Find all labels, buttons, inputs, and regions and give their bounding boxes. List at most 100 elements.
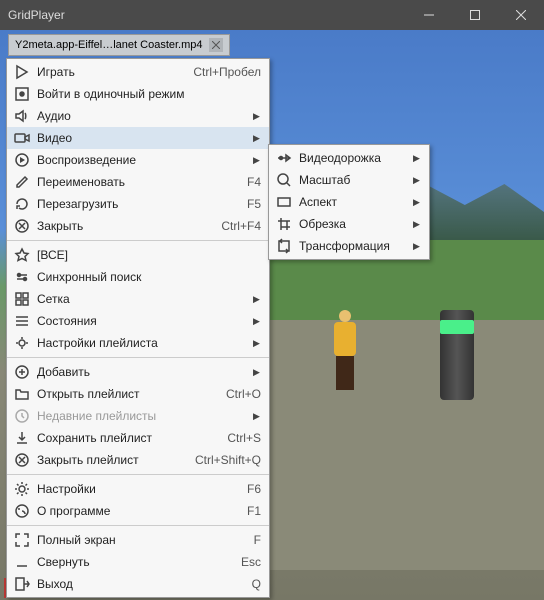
settings-icon <box>13 480 31 498</box>
menu-label: Открыть плейлист <box>37 387 208 401</box>
scene-person <box>330 310 360 390</box>
submenu-arrow-icon: ▶ <box>253 411 261 422</box>
window-title: GridPlayer <box>8 8 406 22</box>
menu-item-settings[interactable]: НастройкиF6 <box>7 478 269 500</box>
menu-label: Видео <box>37 131 247 145</box>
close-window-button[interactable] <box>498 0 544 30</box>
menu-item-states[interactable]: Состояния▶ <box>7 310 269 332</box>
menu-label: Недавние плейлисты <box>37 409 247 423</box>
menu-label: Полный экран <box>37 533 236 547</box>
states-icon <box>13 312 31 330</box>
submenu-arrow-icon: ▶ <box>413 241 421 252</box>
exit-icon <box>13 575 31 593</box>
menu-label: Закрыть <box>37 219 203 233</box>
menu-item-open[interactable]: Открыть плейлистCtrl+O <box>7 383 269 405</box>
grid-icon <box>13 290 31 308</box>
menu-shortcut: Ctrl+F4 <box>221 219 261 233</box>
file-close-button[interactable] <box>209 38 223 52</box>
play-icon <box>13 63 31 81</box>
submenu-item-transform[interactable]: Трансформация▶ <box>269 235 429 257</box>
menu-item-playback[interactable]: Воспроизведение▶ <box>7 149 269 171</box>
titlebar: GridPlayer <box>0 0 544 30</box>
maximize-button[interactable] <box>452 0 498 30</box>
menu-label: Сетка <box>37 292 247 306</box>
menu-label: О программе <box>37 504 229 518</box>
submenu-arrow-icon: ▶ <box>253 111 261 122</box>
menu-item-about[interactable]: О программе F1 <box>7 500 269 522</box>
add-icon <box>13 363 31 381</box>
open-icon <box>13 385 31 403</box>
rename-icon <box>13 173 31 191</box>
menu-item-minimize[interactable]: Свернуть Esc <box>7 551 269 573</box>
menu-item-reload[interactable]: Перезагрузить F5 <box>7 193 269 215</box>
menu-shortcut: F6 <box>247 482 261 496</box>
playback-icon <box>13 151 31 169</box>
submenu-item-track[interactable]: Видеодорожка▶ <box>269 147 429 169</box>
menu-label: Аспект <box>299 195 407 209</box>
menu-item-all[interactable]: [ВСЕ] <box>7 244 269 266</box>
submenu-arrow-icon: ▶ <box>253 155 261 166</box>
submenu-arrow-icon: ▶ <box>413 219 421 230</box>
menu-item-audio[interactable]: Аудио▶ <box>7 105 269 127</box>
submenu-item-aspect[interactable]: Аспект ▶ <box>269 191 429 213</box>
menu-item-recent: Недавние плейлисты ▶ <box>7 405 269 427</box>
submenu-arrow-icon: ▶ <box>253 367 261 378</box>
submenu-item-crop[interactable]: Обрезка▶ <box>269 213 429 235</box>
menu-label: Сохранить плейлист <box>37 431 209 445</box>
menu-item-play[interactable]: ИгратьCtrl+Пробел <box>7 61 269 83</box>
menu-label: Свернуть <box>37 555 223 569</box>
all-icon <box>13 246 31 264</box>
menu-label: Масштаб <box>299 173 407 187</box>
file-tab[interactable]: Y2meta.app-Eiffel…lanet Coaster.mp4 <box>8 34 230 56</box>
menu-item-video[interactable]: Видео ▶ <box>7 127 269 149</box>
submenu-arrow-icon: ▶ <box>413 197 421 208</box>
submenu-arrow-icon: ▶ <box>253 338 261 349</box>
minimize-icon <box>13 553 31 571</box>
menu-item-plsettings[interactable]: Настройки плейлиста▶ <box>7 332 269 354</box>
menu-label: Добавить <box>37 365 247 379</box>
menu-item-fullscreen[interactable]: Полный экран F <box>7 529 269 551</box>
submenu-arrow-icon: ▶ <box>413 175 421 186</box>
video-icon <box>13 129 31 147</box>
menu-item-close[interactable]: Закрыть Ctrl+F4 <box>7 215 269 237</box>
menu-label: Перезагрузить <box>37 197 229 211</box>
submenu-arrow-icon: ▶ <box>253 316 261 327</box>
recent-icon <box>13 407 31 425</box>
menu-label: Выход <box>37 577 234 591</box>
about-icon <box>13 502 31 520</box>
menu-shortcut: F <box>254 533 261 547</box>
scene-path <box>260 320 544 570</box>
menu-item-sync[interactable]: Синхронный поиск <box>7 266 269 288</box>
menu-item-save[interactable]: Сохранить плейлист Ctrl+S <box>7 427 269 449</box>
close-icon <box>13 217 31 235</box>
menu-separator <box>7 474 269 475</box>
fullscreen-icon <box>13 531 31 549</box>
menu-shortcut: Ctrl+S <box>227 431 261 445</box>
aspect-icon <box>275 193 293 211</box>
menu-shortcut: Ctrl+Shift+Q <box>195 453 261 467</box>
menu-separator <box>7 240 269 241</box>
menu-item-exit[interactable]: Выход Q <box>7 573 269 595</box>
menu-label: Синхронный поиск <box>37 270 261 284</box>
menu-shortcut: F1 <box>247 504 261 518</box>
single-icon <box>13 85 31 103</box>
video-area[interactable]: Y2meta.app-Eiffel…lanet Coaster.mp4 Игра… <box>0 30 544 600</box>
menu-shortcut: Q <box>252 577 261 591</box>
menu-label: Войти в одиночный режим <box>37 87 261 101</box>
minimize-button[interactable] <box>406 0 452 30</box>
file-name: Y2meta.app-Eiffel…lanet Coaster.mp4 <box>15 39 203 51</box>
transform-icon <box>275 237 293 255</box>
submenu-item-zoom[interactable]: Масштаб ▶ <box>269 169 429 191</box>
menu-item-grid[interactable]: Сетка ▶ <box>7 288 269 310</box>
menu-item-rename[interactable]: ПереименоватьF4 <box>7 171 269 193</box>
submenu-arrow-icon: ▶ <box>253 294 261 305</box>
menu-shortcut: Esc <box>241 555 261 569</box>
menu-shortcut: F5 <box>247 197 261 211</box>
menu-item-add[interactable]: Добавить ▶ <box>7 361 269 383</box>
menu-item-closepl[interactable]: Закрыть плейлистCtrl+Shift+Q <box>7 449 269 471</box>
menu-separator <box>7 357 269 358</box>
submenu-arrow-icon: ▶ <box>413 153 421 164</box>
submenu-arrow-icon: ▶ <box>253 133 261 144</box>
menu-label: [ВСЕ] <box>37 248 261 262</box>
menu-item-single[interactable]: Войти в одиночный режим <box>7 83 269 105</box>
